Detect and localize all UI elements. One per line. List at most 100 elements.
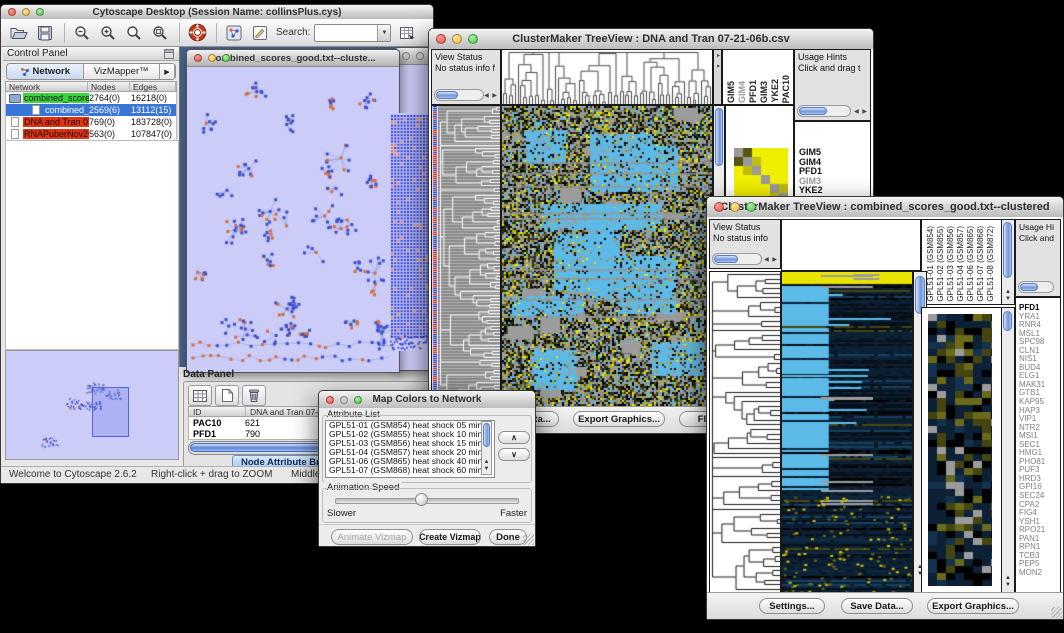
network-view-window[interactable]: combined_scores_good.txt--cluste... [186,49,400,373]
tab-vizmapper[interactable]: VizMapper™ [84,64,161,79]
scrollbar-thumb[interactable] [1003,222,1012,278]
attribute-table-icon[interactable] [188,385,212,406]
attribute-list[interactable]: GPL51-01 (GSM854) heat shock 05 minGPL51… [325,420,495,478]
column-label[interactable]: PAC10 [781,75,792,103]
column-label[interactable]: GPL51-04 (GSM857) [956,226,966,302]
column-label[interactable]: GPL51-02 (GSM855) [936,226,946,302]
zoom-heatmap-panel[interactable]: ▲▼ [921,307,1015,593]
heatmap-canvas[interactable] [502,106,712,406]
birdseye-viewport-rect[interactable] [92,387,129,437]
scroll-pager-arrows[interactable]: ◀ ▶ [854,108,868,115]
search-input[interactable] [315,25,377,41]
zoom-vscrollbar[interactable]: ▲▼ [1001,308,1014,592]
correlation-matrix-canvas[interactable] [734,148,788,202]
import-table-icon[interactable] [395,22,419,44]
scrollbar-arrows[interactable]: ▲▼ [482,459,491,473]
column-label[interactable]: GPL51-03 (GSM856) [946,226,956,302]
search-combobox[interactable]: ▼ [314,24,391,42]
zoom-in-icon[interactable] [96,22,120,44]
column-dendrogram-panel[interactable] [501,49,713,105]
heatmap-panel[interactable] [781,271,913,593]
zoom-button[interactable] [222,54,230,62]
zoom-out-icon[interactable] [70,22,94,44]
tab-network[interactable]: Network [7,64,84,79]
network-list-row[interactable]: combined_scores 2764(0) 16218(0) [6,92,176,104]
export-graphics-button[interactable]: Export Graphics... [573,411,665,427]
scrollbar-arrows[interactable]: ▲▼ [1002,575,1014,589]
network-window-titlebar[interactable]: combined_scores_good.txt--cluste... [187,50,399,67]
move-down-button[interactable]: ∨ [498,448,530,461]
heatmap-canvas[interactable] [782,272,912,592]
column-label[interactable]: GPL51-01 (GSM854) [926,226,936,302]
zoom-button[interactable] [746,202,756,212]
network-list-row[interactable]: combined_sco 2569(6) 13112(15) [6,104,176,116]
resize-grip[interactable] [523,534,534,545]
column-label[interactable]: GIM3 [759,81,770,103]
treeview1-titlebar[interactable]: ClusterMaker TreeView : DNA and Tran 07-… [429,29,873,50]
heatmap-panel[interactable] [501,105,713,407]
minimize-button[interactable] [340,396,348,404]
column-label[interactable]: GPL51-08 (GSM872) [986,226,996,302]
zoom-button[interactable] [36,8,44,16]
save-data-button[interactable]: Save Data... [841,598,913,614]
minimize-button[interactable] [208,54,216,62]
window-controls[interactable] [8,8,44,16]
column-dendrogram-canvas[interactable] [502,50,712,104]
export-graphics-button[interactable]: Export Graphics... [927,598,1019,614]
minimize-button[interactable] [452,34,462,44]
network-graph-canvas[interactable] [187,67,397,371]
column-label[interactable]: GPL51-06 (GSM865) [966,226,976,302]
close-button[interactable] [402,52,410,60]
scrollbar-thumb[interactable] [1003,311,1012,331]
network-list-row[interactable]: RNAPuberNov2+ 563(0) 107847(0) [6,128,176,140]
column-dendrogram-panel[interactable] [781,219,921,271]
expand-arrows-icon[interactable]: ▸ ▸ [715,52,722,71]
minimize-button[interactable] [416,52,424,60]
dense-network-grid-canvas[interactable] [390,113,432,351]
close-button[interactable] [436,34,446,44]
column-label[interactable]: YKE2 [770,79,781,103]
labels-vscrollbar[interactable]: ▲▼ [1001,220,1014,304]
gene-label[interactable]: MON2 [1019,569,1060,578]
open-file-icon[interactable] [7,22,31,44]
column-edges[interactable]: Edges [130,82,176,91]
column-network[interactable]: Network [6,82,88,91]
network-list-row[interactable]: DNA and Tran 07 769(0) 183728(0) [6,116,176,128]
close-button[interactable] [194,54,202,62]
close-button[interactable] [326,396,334,404]
column-labels-panel[interactable]: GIM5GIM4PFD1GIM3YKE2PAC10 [722,49,794,105]
settings-button[interactable]: Settings... [759,598,825,614]
birdseye-view[interactable] [5,350,179,460]
done-button[interactable]: Done [489,529,527,545]
status-hscrollbar[interactable] [712,253,762,265]
column-nodes[interactable]: Nodes [88,82,130,91]
splitter-strip[interactable]: ▸ ▸ [713,49,722,105]
zoom-fit-icon[interactable] [148,22,172,44]
close-button[interactable] [714,202,724,212]
move-up-button[interactable]: ∧ [498,431,530,444]
column-label[interactable]: PFD1 [748,80,759,103]
scroll-pager-arrows[interactable]: ◀ ▶ [764,256,778,263]
zoom-heatmap-canvas[interactable] [928,314,992,586]
row-dendrogram-panel[interactable] [709,271,781,593]
scroll-pager-arrows[interactable]: ◀ ▶ [484,92,498,99]
column-label[interactable]: GIM4 [737,81,748,103]
column-id[interactable]: ID [189,407,246,416]
zoom-button[interactable] [468,34,478,44]
tabs-overflow-arrow[interactable]: ▶ [160,64,175,79]
treeview2-titlebar[interactable]: ClusterMaker TreeView : combined_scores_… [707,197,1063,218]
help-lifering-icon[interactable] [185,22,209,44]
annotation-icon[interactable] [248,22,272,44]
attribute-item[interactable]: GPL51-07 (GSM868) heat shock 60 min [326,466,494,475]
scrollbar-thumb[interactable] [483,423,490,447]
scrollbar-arrows[interactable]: ▲▼ [1002,289,1014,303]
column-label[interactable]: GIM5 [726,81,737,103]
float-panel-icon[interactable] [163,48,175,60]
speed-slider-thumb[interactable] [415,493,428,506]
network-view-icon[interactable] [222,22,246,44]
animate-vizmap-button[interactable]: Animate Vizmap [331,529,413,545]
new-attribute-icon[interactable] [215,385,239,406]
row-dendrogram-canvas[interactable] [710,272,780,592]
zoom-selected-icon[interactable] [122,22,146,44]
column-label[interactable]: GPL51-07 (GSM868) [976,226,986,302]
